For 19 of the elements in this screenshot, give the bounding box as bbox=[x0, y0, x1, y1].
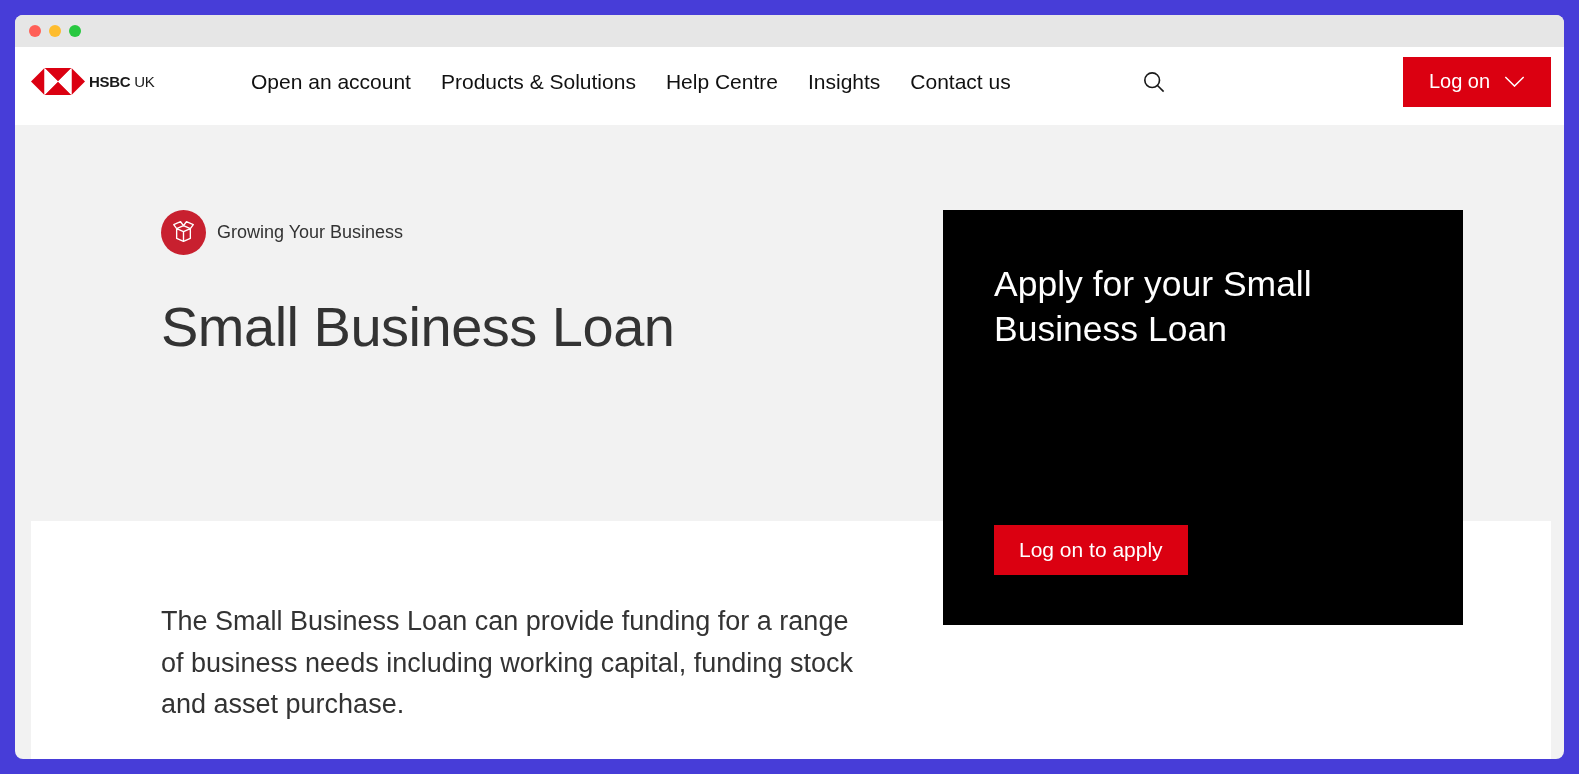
window-close-icon[interactable] bbox=[29, 25, 41, 37]
log-on-button[interactable]: Log on bbox=[1403, 56, 1551, 107]
window-minimize-icon[interactable] bbox=[49, 25, 61, 37]
page-title: Small Business Loan bbox=[161, 295, 675, 359]
nav-link[interactable]: Help Centre bbox=[665, 69, 778, 94]
box-icon bbox=[161, 210, 206, 255]
nav-link[interactable]: Products & Solutions bbox=[440, 69, 636, 94]
category-label: Growing Your Business bbox=[217, 222, 404, 243]
apply-card-title: Apply for your Small Business Loan bbox=[994, 263, 1313, 351]
nav-link[interactable]: Contact us bbox=[910, 69, 1011, 94]
chevron-down-icon bbox=[1504, 76, 1526, 87]
nav-link[interactable]: Insights bbox=[807, 69, 881, 94]
nav-link[interactable]: Open an account bbox=[251, 69, 411, 94]
hexagon-logo-icon[interactable] bbox=[31, 68, 85, 95]
logo-wordmark[interactable]: HSBC UK bbox=[89, 73, 155, 90]
search-icon[interactable] bbox=[1143, 70, 1165, 93]
log-on-to-apply-button[interactable]: Log on to apply bbox=[994, 525, 1188, 575]
intro-paragraph: The Small Business Loan can provide funding for a range of business needs including working capital, funding stock and asset purchase. bbox=[161, 605, 854, 721]
window-maximize-icon[interactable] bbox=[69, 25, 81, 37]
